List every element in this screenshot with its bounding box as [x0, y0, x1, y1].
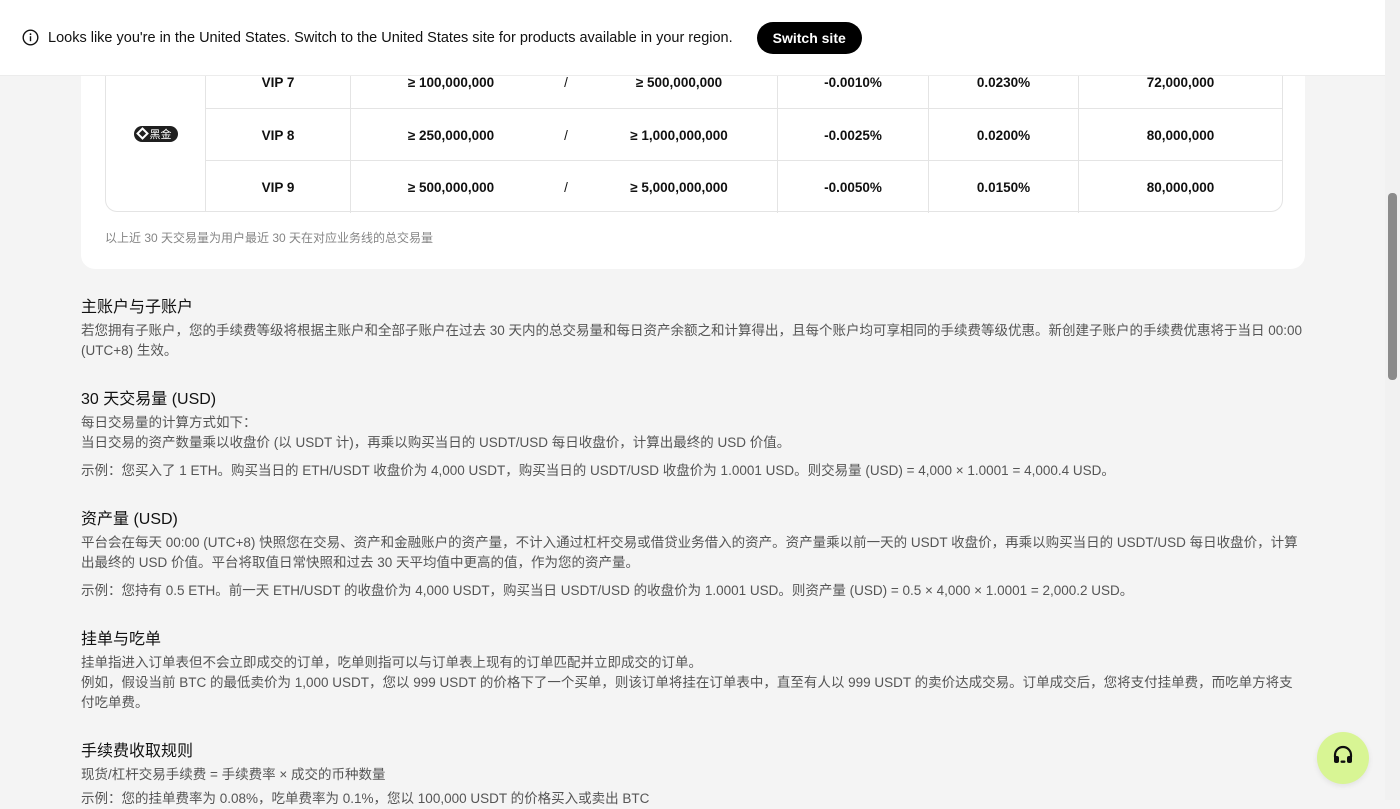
taker-fee: 0.0150%	[929, 161, 1079, 213]
tier-column: 黑金	[106, 56, 206, 211]
volume-example: 示例：您买入了 1 ETH。购买当日的 ETH/USDT 收盘价为 4,000 …	[81, 463, 1115, 478]
table-footnote: 以上近 30 天交易量为用户最近 30 天在对应业务线的总交易量	[105, 231, 434, 245]
scrollbar-thumb[interactable]	[1388, 193, 1397, 380]
table-row: VIP 8 ≥ 250,000,000 / ≥ 1,000,000,000 -0…	[206, 108, 1282, 161]
or-separator: /	[564, 127, 568, 143]
info-icon	[22, 29, 39, 46]
section-title-assets: 资产量 (USD)	[81, 511, 178, 528]
headset-icon	[1331, 744, 1355, 773]
maker-fee: -0.0050%	[778, 161, 929, 213]
assets-text: 平台会在每天 00:00 (UTC+8) 快照您在交易、资产和金融账户的资产量，…	[81, 535, 1298, 570]
switch-site-button[interactable]: Switch site	[756, 21, 862, 54]
scrollbar-track[interactable]	[1385, 0, 1400, 800]
support-chat-button[interactable]	[1317, 732, 1369, 784]
taker-fee: 0.0200%	[929, 109, 1079, 161]
vip-level: VIP 9	[206, 161, 351, 213]
vip-level: VIP 8	[206, 109, 351, 161]
diamond-icon	[135, 127, 149, 140]
region-message: Looks like you're in the United States. …	[48, 29, 733, 46]
withdrawal-limit: 80,000,000	[1146, 179, 1215, 195]
region-banner: Looks like you're in the United States. …	[0, 0, 1385, 76]
badge-label: 黑金	[149, 128, 172, 141]
vip-fee-table: 黑金 VIP 7 ≥ 100,000,000 / ≥ 500,000,000 -…	[105, 56, 1283, 213]
maker-fee: -0.0025%	[778, 109, 929, 161]
section-title-volume: 30 天交易量 (USD)	[81, 391, 217, 408]
subaccounts-text: 若您拥有子账户，您的手续费等级将根据主账户和全部子账户在过去 30 天内的总交易…	[81, 323, 1303, 358]
withdrawal-limit: 80,000,000	[1146, 127, 1215, 143]
maker-taker-text-line1: 挂单指进入订单表但不会立即成交的订单，吃单则指可以与订单表上现有的订单匹配并立即…	[81, 655, 702, 670]
maker-taker-text-line2: 例如，假设当前 BTC 的最低卖价为 1,000 USDT，您以 999 USD…	[81, 675, 1293, 710]
asset-balance: ≥ 5,000,000,000	[581, 161, 778, 213]
black-gold-badge: 黑金	[133, 125, 178, 142]
table-row: VIP 9 ≥ 500,000,000 / ≥ 5,000,000,000 -0…	[206, 160, 1282, 213]
fee-rules-example: 示例：您的挂单费率为 0.08%，吃单费率为 0.1%，您以 100,000 U…	[81, 791, 650, 806]
trading-volume: ≥ 500,000,000	[407, 179, 495, 195]
asset-balance: ≥ 1,000,000,000	[581, 109, 778, 161]
section-title-maker-taker: 挂单与吃单	[81, 631, 162, 648]
volume-text-line1: 每日交易量的计算方式如下：	[81, 415, 257, 430]
assets-example: 示例：您持有 0.5 ETH。前一天 ETH/USDT 的收盘价为 4,000 …	[81, 583, 1134, 598]
section-title-subaccounts: 主账户与子账户	[81, 299, 194, 316]
or-separator: /	[564, 179, 568, 195]
section-title-fee-rules: 手续费收取规则	[81, 743, 194, 760]
volume-text-line2: 当日交易的资产数量乘以收盘价 (以 USDT 计)，再乘以购买当日的 USDT/…	[81, 435, 791, 450]
trading-volume: ≥ 250,000,000	[407, 127, 495, 143]
fee-rules-text-line1: 现货/杠杆交易手续费 = 手续费率 × 成交的币种数量	[81, 767, 386, 782]
